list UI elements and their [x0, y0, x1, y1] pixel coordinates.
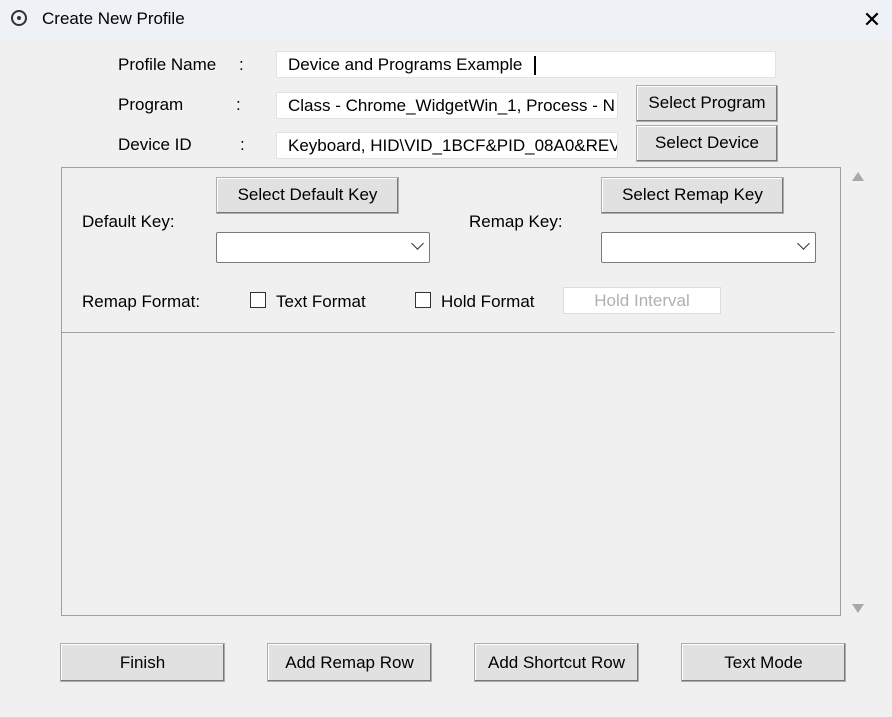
window-title: Create New Profile — [42, 9, 185, 28]
remap-format-label: Remap Format: — [82, 292, 201, 311]
profile-name-input[interactable]: Device and Programs Example — [276, 51, 776, 78]
scroll-down-arrow-icon[interactable] — [852, 604, 864, 613]
text-format-label: Text Format — [276, 292, 366, 311]
default-key-dropdown[interactable] — [216, 232, 430, 263]
app-icon — [11, 10, 27, 26]
program-input[interactable]: Class - Chrome_WidgetWin_1, Process - N — [276, 92, 618, 119]
profile-name-label: Profile Name — [118, 55, 217, 74]
panel-divider — [62, 332, 835, 333]
select-remap-key-button[interactable]: Select Remap Key — [601, 177, 784, 214]
scroll-up-arrow-icon[interactable] — [852, 172, 864, 181]
program-label: Program — [118, 95, 184, 114]
hold-format-checkbox[interactable] — [415, 292, 431, 308]
text-cursor — [534, 56, 537, 76]
default-key-label: Default Key: — [82, 212, 175, 231]
add-remap-row-button[interactable]: Add Remap Row — [267, 643, 432, 682]
title-bar: Create New Profile ✕ — [0, 0, 892, 40]
device-id-input[interactable]: Keyboard, HID\VID_1BCF&PID_08A0&REV — [276, 132, 618, 159]
program-value: Class - Chrome_WidgetWin_1, Process - N — [288, 96, 615, 115]
profile-name-value: Device and Programs Example — [288, 55, 523, 74]
remap-key-dropdown[interactable] — [601, 232, 816, 263]
text-mode-button[interactable]: Text Mode — [681, 643, 846, 682]
device-id-label: Device ID — [118, 135, 192, 154]
colon: : — [239, 55, 244, 74]
chevron-down-icon — [411, 237, 424, 250]
chevron-down-icon — [797, 237, 810, 250]
remap-key-label: Remap Key: — [469, 212, 563, 231]
hold-format-label: Hold Format — [441, 292, 535, 311]
colon: : — [240, 135, 245, 154]
select-program-button[interactable]: Select Program — [636, 85, 778, 122]
finish-button[interactable]: Finish — [60, 643, 225, 682]
text-format-checkbox[interactable] — [250, 292, 266, 308]
add-shortcut-row-button[interactable]: Add Shortcut Row — [474, 643, 639, 682]
hold-interval-input[interactable]: Hold Interval — [563, 287, 721, 314]
select-device-button[interactable]: Select Device — [636, 125, 778, 162]
close-icon[interactable]: ✕ — [858, 6, 886, 34]
device-id-value: Keyboard, HID\VID_1BCF&PID_08A0&REV — [288, 136, 618, 155]
colon: : — [236, 95, 241, 114]
select-default-key-button[interactable]: Select Default Key — [216, 177, 399, 214]
